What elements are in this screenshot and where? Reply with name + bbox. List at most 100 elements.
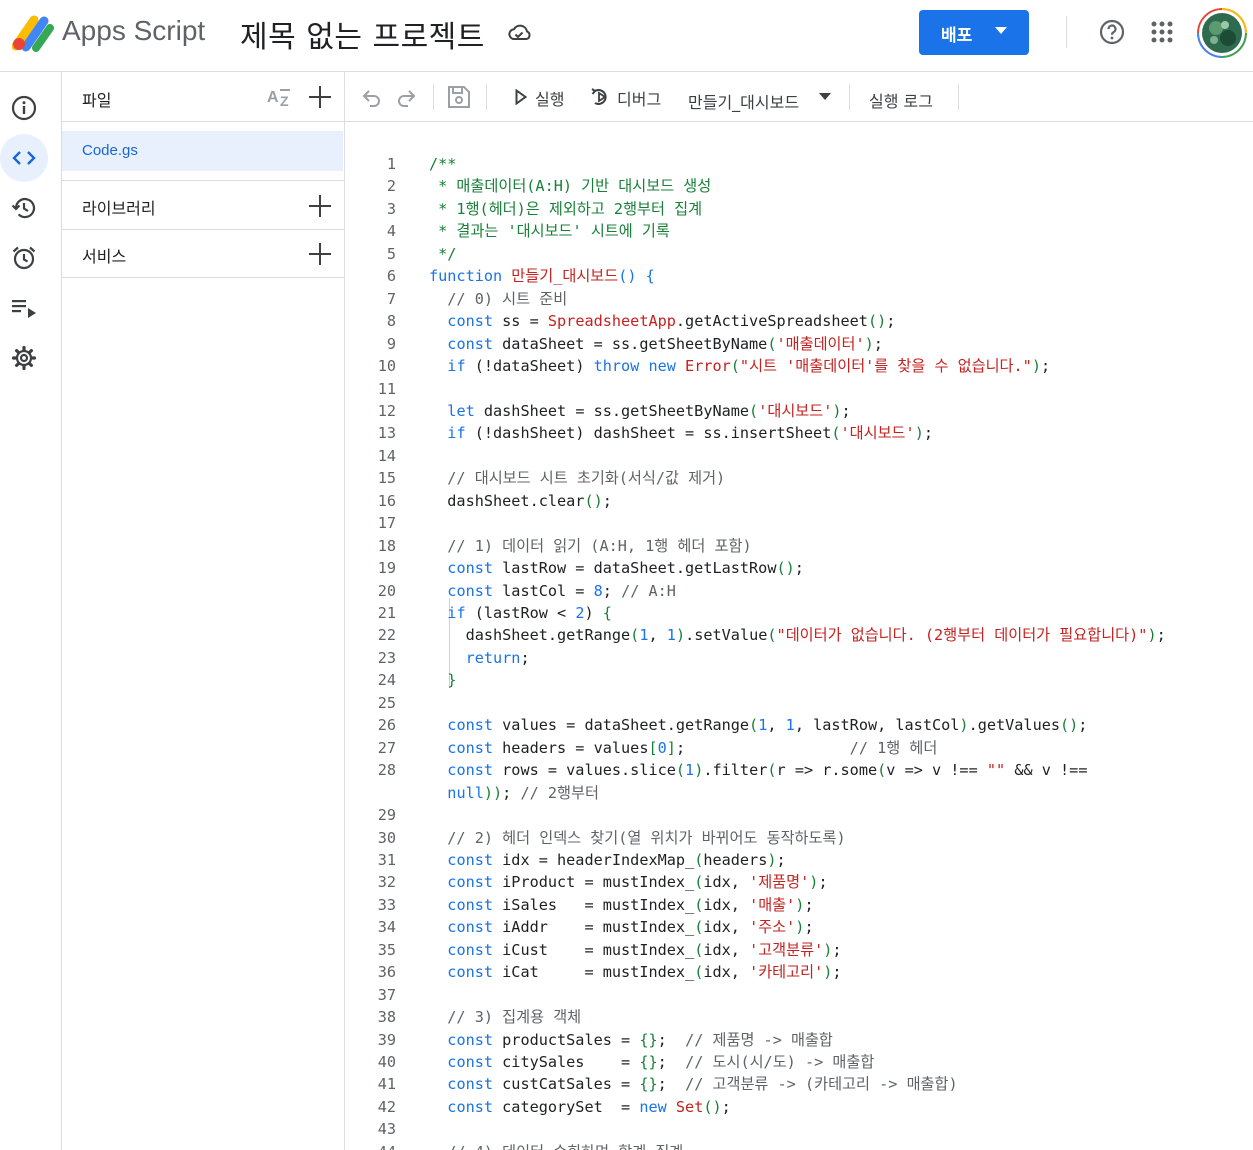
add-library-button[interactable] [309, 195, 331, 217]
code-token: 8 [593, 581, 603, 600]
code-token: // 고객분류 -> (카테고리 -> 매출합) [685, 1075, 958, 1094]
code-token: r => r.some [776, 761, 878, 780]
code-token: idx, [703, 873, 750, 892]
code-token: idx, [703, 895, 750, 914]
code-text: let dashSheet = ss.getSheetByName('대시보드'… [429, 400, 850, 422]
code-token: '매출' [749, 895, 796, 914]
run-button[interactable]: 실행 [505, 80, 571, 114]
line-number: 38 [377, 1008, 396, 1027]
code-token: [ [648, 738, 658, 757]
code-token: * 매출데이터(A:H) 기반 대시보드 생성 [429, 177, 712, 196]
code-token: ; [675, 738, 850, 757]
code-token: '카테고리' [749, 963, 824, 982]
code-token: rows = values.slice [493, 761, 676, 780]
chevron-down-icon [819, 93, 831, 100]
line-number: 26 [377, 716, 396, 735]
code-token: ) [832, 401, 842, 420]
code-token: idx, [703, 963, 750, 982]
line-number: 7 [386, 289, 396, 308]
code-token: ( [767, 761, 777, 780]
code-token: ) [1147, 626, 1157, 645]
code-token: categorySet = [493, 1097, 640, 1116]
code-token: ; [1078, 716, 1088, 735]
line-number: 4 [386, 222, 396, 241]
code-token: ) [864, 334, 874, 353]
nav-editor[interactable] [0, 134, 48, 182]
code-token: // 대시보드 시트 초기화(서식/값 제거) [429, 469, 726, 488]
app-name[interactable]: Apps Script [62, 15, 205, 47]
line-number: 8 [386, 312, 396, 331]
code-text: function 만들기_대시보드() { [429, 265, 655, 287]
google-apps-icon[interactable] [1150, 20, 1174, 44]
run-label: 실행 [535, 90, 565, 109]
code-token: const [447, 850, 494, 869]
code-token: Set [675, 1097, 704, 1116]
add-service-button[interactable] [309, 243, 331, 265]
code-token: ; [832, 940, 842, 959]
line-number: 1 [386, 155, 396, 173]
function-select[interactable]: 만들기_대시보드 [683, 80, 835, 114]
nav-executions[interactable] [0, 284, 48, 332]
code-token: ; [886, 312, 896, 331]
code-token: ; [873, 334, 883, 353]
code-token: ] [666, 738, 676, 757]
code-token: 1 [666, 626, 676, 645]
undo-icon[interactable] [361, 86, 383, 108]
code-token: ; [502, 783, 521, 802]
code-token: } [447, 671, 457, 690]
code-token: */ [429, 244, 457, 263]
function-select-value: 만들기_대시보드 [688, 93, 800, 112]
code-text: if (lastRow < 2) { [429, 602, 612, 624]
code-token: citySales = [493, 1053, 640, 1071]
line-number: 25 [377, 693, 396, 712]
deploy-button[interactable]: 배포 [919, 10, 1029, 55]
code-token: let [447, 401, 475, 420]
nav-settings[interactable] [0, 334, 48, 382]
code-token: idx = headerIndexMap_ [493, 850, 695, 869]
code-text: * 1행(헤더)은 제외하고 2행부터 집계 [429, 198, 702, 220]
code-token: (lastRow < [465, 604, 576, 622]
code-token: const [447, 738, 494, 757]
redo-icon[interactable] [395, 86, 417, 108]
code-token: headers = values [493, 738, 649, 757]
code-token: ) [959, 716, 969, 735]
sort-az-icon[interactable]: A Z [266, 84, 294, 110]
code-token: (!dataSheet) [465, 357, 594, 376]
code-token: 1 [785, 716, 795, 735]
code-text: null)); // 2행부터 [429, 782, 599, 804]
line-number: 29 [377, 806, 396, 825]
nav-project-history[interactable] [0, 184, 48, 232]
code-token: v => v !== [886, 761, 987, 780]
code-token: () { [618, 267, 655, 286]
debug-label: 디버그 [617, 90, 662, 109]
project-title[interactable]: 제목 없는 프로젝트 [240, 12, 485, 56]
execution-log-button[interactable]: 실행 로그 [859, 80, 949, 114]
code-token: ; [804, 895, 814, 914]
debug-button[interactable]: 디버그 [585, 80, 671, 114]
apps-script-logo-icon[interactable] [12, 14, 54, 52]
nav-triggers[interactable] [0, 234, 48, 282]
code-token: dashSheet = ss.getSheetByName [474, 401, 750, 420]
avatar[interactable] [1197, 8, 1247, 58]
file-item-code-gs[interactable]: Code.gs [62, 131, 343, 171]
code-token: // A:H [621, 581, 676, 600]
add-file-button[interactable] [309, 86, 331, 108]
code-token: dashSheet.clear [429, 491, 585, 510]
code-text: const idx = headerIndexMap_(headers); [429, 849, 785, 871]
services-title: 서비스 [82, 247, 127, 266]
help-icon[interactable] [1098, 18, 1126, 46]
code-text: const iProduct = mustIndex_(idx, '제품명'); [429, 871, 827, 893]
code-token: lastRow = dataSheet.getLastRow [493, 559, 777, 578]
save-icon[interactable] [446, 84, 472, 110]
code-token: if [447, 424, 466, 443]
code-icon [12, 151, 36, 165]
code-text: if (!dashSheet) dashSheet = ss.insertShe… [429, 422, 933, 444]
code-editor[interactable]: 1 /** 2 * 매출데이터(A:H) 기반 대시보드 생성 3 * 1행(헤더)은… [345, 122, 1253, 1150]
code-token: SpreadsheetApp [547, 312, 676, 331]
code-token: const [447, 716, 494, 735]
nav-overview[interactable] [0, 84, 48, 132]
